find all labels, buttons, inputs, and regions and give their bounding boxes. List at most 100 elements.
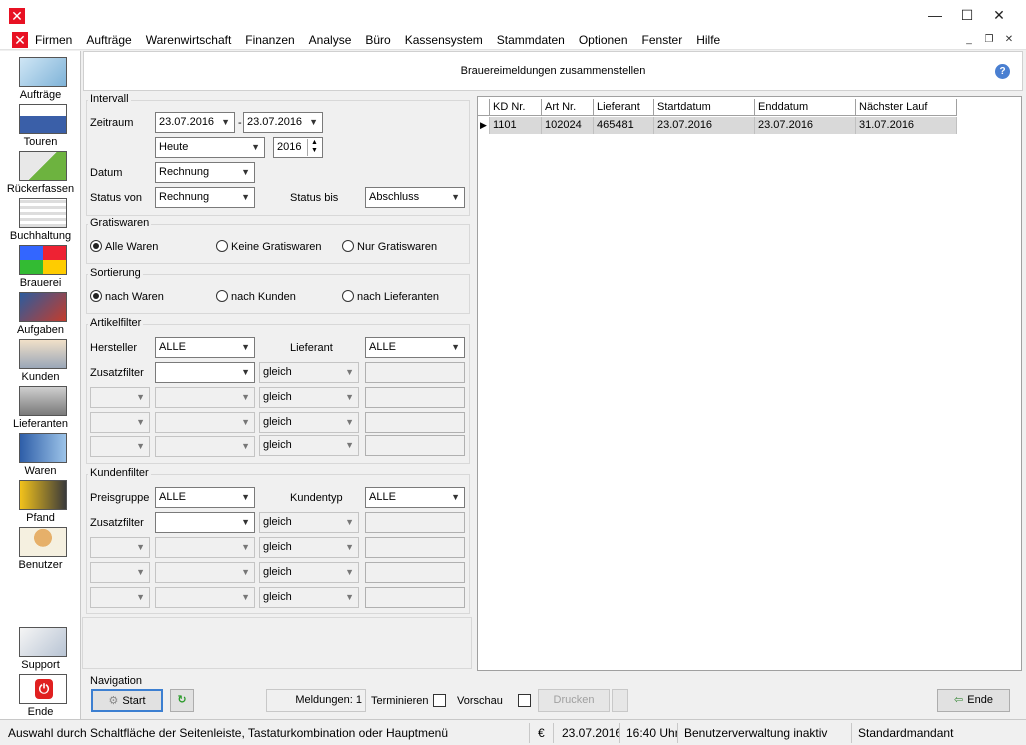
- col-header-naechster-lauf[interactable]: Nächster Lauf: [856, 99, 957, 116]
- kunden-value-2[interactable]: [365, 537, 465, 558]
- radio-nach-kunden[interactable]: nach Kunden: [216, 290, 296, 304]
- col-header-startdatum[interactable]: Startdatum: [654, 99, 755, 116]
- kunden-zusatzfilter-field-2[interactable]: ▼: [155, 537, 255, 558]
- menu-warenwirtschaft[interactable]: Warenwirtschaft: [139, 30, 239, 50]
- artikel-value-4[interactable]: [365, 435, 465, 456]
- kunden-value-1[interactable]: [365, 512, 465, 533]
- drucken-button[interactable]: Drucken: [538, 689, 610, 712]
- menu-fenster[interactable]: Fenster: [635, 30, 690, 50]
- help-icon[interactable]: ?: [995, 64, 1010, 79]
- kunden-zusatzfilter-field-3[interactable]: ▼: [155, 562, 255, 583]
- sidebar-item-support[interactable]: Support: [0, 625, 81, 672]
- artikel-zusatzfilter-field-2[interactable]: ▼: [155, 387, 255, 408]
- kunden-logic-4[interactable]: ▼: [90, 587, 150, 608]
- kunden-operator-3[interactable]: gleich ▼: [259, 562, 359, 583]
- artikel-value-1[interactable]: [365, 362, 465, 383]
- mdi-app-icon[interactable]: ✕: [12, 32, 28, 48]
- period-select[interactable]: Heute ▼: [155, 137, 265, 158]
- kunden-value-3[interactable]: [365, 562, 465, 583]
- artikel-operator-1[interactable]: gleich ▼: [259, 362, 359, 383]
- results-grid[interactable]: KD Nr. Art Nr. Lieferant Startdatum Endd…: [477, 96, 1022, 671]
- chevron-down-icon: ▼: [345, 517, 354, 527]
- col-header-enddatum[interactable]: Enddatum: [755, 99, 856, 116]
- kunden-zusatzfilter-field-1[interactable]: ▼: [155, 512, 255, 533]
- sidebar-item-benutzer[interactable]: Benutzer: [0, 525, 81, 572]
- menu-auftraege[interactable]: Aufträge: [79, 30, 138, 50]
- col-header-lieferant[interactable]: Lieferant: [594, 99, 654, 116]
- artikel-logic-4[interactable]: ▼: [90, 436, 150, 457]
- page-title: Brauereimeldungen zusammenstellen: [460, 65, 646, 77]
- sidebar-item-rueckerfassen[interactable]: Rückerfassen: [0, 149, 81, 196]
- artikel-zusatzfilter-field-3[interactable]: ▼: [155, 412, 255, 433]
- kundentyp-select[interactable]: ALLE ▼: [365, 487, 465, 508]
- artikel-zusatzfilter-field-1[interactable]: ▼: [155, 362, 255, 383]
- sidebar-item-waren[interactable]: Waren: [0, 431, 81, 478]
- datum-select[interactable]: Rechnung ▼: [155, 162, 255, 183]
- sidebar-item-buchhaltung[interactable]: Buchhaltung: [0, 196, 81, 243]
- kunden-logic-3[interactable]: ▼: [90, 562, 150, 583]
- close-button[interactable]: ✕: [984, 0, 1014, 30]
- terminieren-checkbox[interactable]: [433, 694, 446, 707]
- sidebar-item-lieferanten[interactable]: Lieferanten: [0, 384, 81, 431]
- date-to-picker[interactable]: 23.07.2016 ▼: [243, 112, 323, 133]
- artikel-zusatzfilter-field-4[interactable]: ▼: [155, 436, 255, 457]
- chevron-down-icon: ▼: [345, 367, 354, 377]
- refresh-button[interactable]: ↻: [170, 689, 194, 712]
- date-from-picker[interactable]: 23.07.2016 ▼: [155, 112, 235, 133]
- sidebar-item-pfand[interactable]: Pfand: [0, 478, 81, 525]
- kunden-logic-2[interactable]: ▼: [90, 537, 150, 558]
- customers-icon: [19, 339, 67, 369]
- sidebar-item-kunden[interactable]: Kunden: [0, 337, 81, 384]
- artikel-logic-3[interactable]: ▼: [90, 412, 150, 433]
- kunden-operator-4[interactable]: gleich ▼: [259, 587, 359, 608]
- radio-nach-waren[interactable]: nach Waren: [90, 290, 164, 304]
- radio-keine-gratiswaren[interactable]: Keine Gratiswaren: [216, 240, 322, 254]
- radio-alle-waren[interactable]: Alle Waren: [90, 240, 158, 254]
- mdi-minimize-icon[interactable]: _: [961, 33, 977, 47]
- menu-finanzen[interactable]: Finanzen: [238, 30, 301, 50]
- artikel-value-2[interactable]: [365, 387, 465, 408]
- kunden-zusatzfilter-field-4[interactable]: ▼: [155, 587, 255, 608]
- menu-optionen[interactable]: Optionen: [572, 30, 635, 50]
- menu-buero[interactable]: Büro: [358, 30, 397, 50]
- kunden-operator-1[interactable]: gleich ▼: [259, 512, 359, 533]
- sidebar-item-touren[interactable]: Touren: [0, 102, 81, 149]
- table-row[interactable]: ▶ 1101 102024 465481 23.07.2016 23.07.20…: [478, 117, 957, 134]
- lieferant-label: Lieferant: [290, 342, 333, 354]
- col-header-art-nr[interactable]: Art Nr.: [542, 99, 594, 116]
- artikel-logic-2[interactable]: ▼: [90, 387, 150, 408]
- preisgruppe-select[interactable]: ALLE ▼: [155, 487, 255, 508]
- start-button[interactable]: ⚙ Start: [91, 689, 163, 712]
- menu-analyse[interactable]: Analyse: [302, 30, 359, 50]
- artikel-value-3[interactable]: [365, 412, 465, 433]
- lieferant-select[interactable]: ALLE ▼: [365, 337, 465, 358]
- kunden-operator-2[interactable]: gleich ▼: [259, 537, 359, 558]
- status-bis-select[interactable]: Abschluss ▼: [365, 187, 465, 208]
- status-von-select[interactable]: Rechnung ▼: [155, 187, 255, 208]
- mdi-restore-icon[interactable]: ❐: [981, 33, 997, 47]
- datum-label: Datum: [90, 167, 123, 179]
- menu-stammdaten[interactable]: Stammdaten: [490, 30, 572, 50]
- kunden-value-4[interactable]: [365, 587, 465, 608]
- year-spinner[interactable]: 2016 ▲ ▼: [273, 137, 323, 158]
- artikel-operator-3[interactable]: gleich ▼: [259, 412, 359, 433]
- radio-nach-lieferanten[interactable]: nach Lieferanten: [342, 290, 439, 304]
- sidebar-item-ende[interactable]: ⏻ Ende: [0, 672, 81, 719]
- artikel-operator-2[interactable]: gleich ▼: [259, 387, 359, 408]
- vorschau-checkbox[interactable]: [518, 694, 531, 707]
- mdi-close-icon[interactable]: ✕: [1001, 33, 1017, 47]
- minimize-button[interactable]: —: [920, 0, 950, 30]
- maximize-button[interactable]: ☐: [952, 0, 982, 30]
- menu-hilfe[interactable]: Hilfe: [689, 30, 727, 50]
- ende-button[interactable]: ⇦ Ende: [937, 689, 1010, 712]
- menu-kassensystem[interactable]: Kassensystem: [398, 30, 490, 50]
- hersteller-select[interactable]: ALLE ▼: [155, 337, 255, 358]
- drucken-dropdown-button[interactable]: [612, 689, 628, 712]
- sidebar-item-brauerei[interactable]: Brauerei: [0, 243, 81, 290]
- menu-firmen[interactable]: Firmen: [28, 30, 79, 50]
- sidebar-item-auftraege[interactable]: Aufträge: [0, 55, 81, 102]
- col-header-kd-nr[interactable]: KD Nr.: [490, 99, 542, 116]
- artikel-operator-4[interactable]: gleich ▼: [259, 435, 359, 456]
- sidebar-item-aufgaben[interactable]: Aufgaben: [0, 290, 81, 337]
- radio-nur-gratiswaren[interactable]: Nur Gratiswaren: [342, 240, 437, 254]
